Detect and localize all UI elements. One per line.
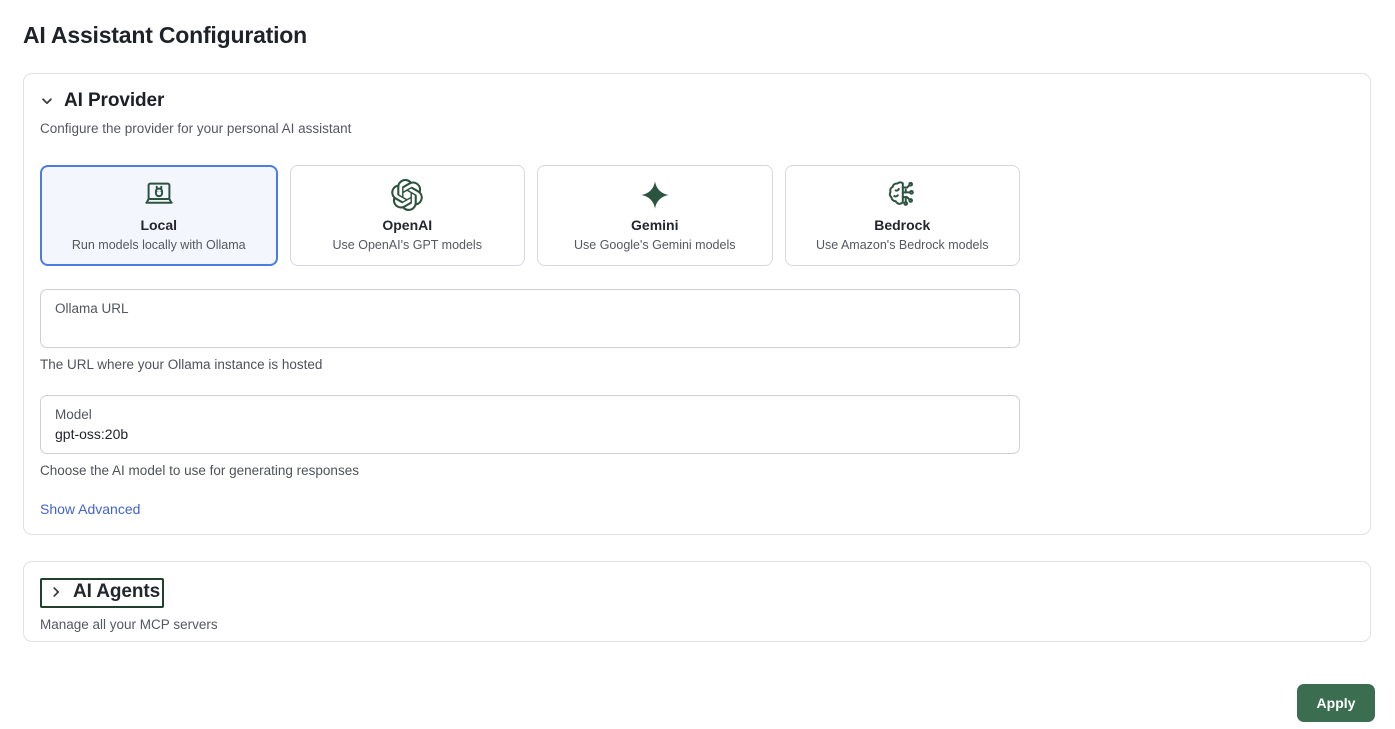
provider-card-gemini[interactable]: Gemini Use Google's Gemini models [537, 165, 773, 266]
provider-name: Local [140, 217, 178, 234]
provider-description: Run models locally with Ollama [71, 237, 246, 252]
openai-icon [391, 179, 424, 212]
brain-circuit-icon [886, 179, 918, 211]
laptop-llama-icon [143, 179, 175, 211]
ai-provider-section-subtitle: Configure the provider for your personal… [40, 121, 352, 136]
ai-agents-section-header[interactable]: AI Agents [40, 578, 165, 608]
ai-agents-section-title: AI Agents [73, 581, 161, 602]
ollama-url-helper: The URL where your Ollama instance is ho… [40, 357, 323, 372]
ai-provider-section-header[interactable]: AI Provider [40, 90, 1354, 112]
gemini-star-icon [639, 179, 671, 211]
provider-card-row: Local Run models locally with Ollama Ope… [40, 165, 1020, 266]
model-input[interactable]: Model gpt-oss:20b [40, 395, 1020, 454]
ollama-url-input[interactable]: Ollama URL [40, 289, 1020, 348]
provider-card-local[interactable]: Local Run models locally with Ollama [40, 165, 278, 266]
provider-description: Use Google's Gemini models [574, 237, 736, 252]
provider-name: Gemini [631, 217, 679, 234]
model-label: Model [55, 407, 92, 422]
ai-provider-section-title: AI Provider [64, 90, 165, 111]
page-title: AI Assistant Configuration [23, 22, 308, 48]
ai-provider-section: AI Provider Configure the provider for y… [23, 73, 1371, 535]
ollama-url-label: Ollama URL [55, 301, 129, 316]
ai-agents-section-subtitle: Manage all your MCP servers [40, 617, 218, 632]
model-helper: Choose the AI model to use for generatin… [40, 463, 359, 478]
chevron-right-icon [53, 587, 60, 597]
provider-name: Bedrock [874, 217, 931, 234]
provider-card-bedrock[interactable]: Bedrock Use Amazon's Bedrock models [784, 165, 1020, 266]
model-value: gpt-oss:20b [55, 426, 129, 443]
provider-description: Use Amazon's Bedrock models [815, 237, 989, 252]
ai-agents-section: AI Agents Manage all your MCP servers [23, 561, 1371, 642]
provider-card-openai[interactable]: OpenAI Use OpenAI's GPT models [289, 165, 525, 266]
apply-button[interactable]: Apply [1297, 684, 1375, 722]
show-advanced-link[interactable]: Show Advanced [40, 501, 140, 517]
provider-description: Use OpenAI's GPT models [332, 237, 482, 252]
chevron-down-icon [42, 98, 52, 105]
provider-name: OpenAI [382, 217, 433, 234]
